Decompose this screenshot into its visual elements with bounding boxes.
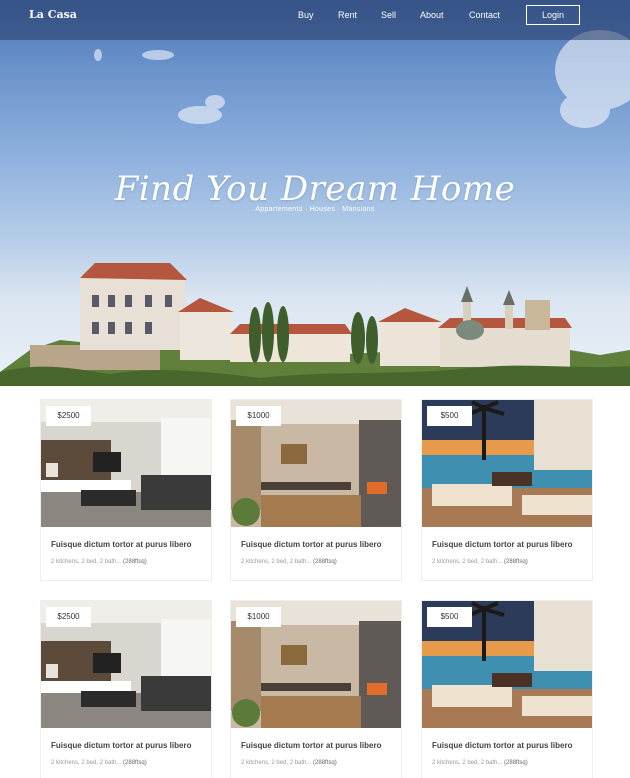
listing-area: (288ftsq) [313, 559, 337, 565]
listing-details: 2 kitchens, 2 bed, 2 bath... [432, 760, 505, 766]
listing-title[interactable]: Fuisque dictum tortor at purus libero [432, 740, 592, 751]
listing-card[interactable]: $500 Fuisque dictum tortor at purus libe… [421, 399, 593, 581]
listing-card[interactable]: $500 Fuisque dictum tortor at purus libe… [421, 600, 593, 778]
listing-description: 2 kitchens, 2 bed, 2 bath... (288ftsq) [51, 558, 211, 567]
hero-subtitle: Appartements · Houses · Mansions [255, 206, 375, 213]
listing-description: 2 kitchens, 2 bed, 2 bath... (288ftsq) [241, 558, 401, 567]
price-badge: $500 [427, 406, 472, 426]
listing-card[interactable]: $2500 Fuisque dictum tortor at purus lib… [40, 399, 212, 581]
listing-area: (288ftsq) [504, 760, 528, 766]
price-badge: $2500 [46, 607, 91, 627]
nav-link-rent[interactable]: Rent [338, 9, 357, 21]
listing-details: 2 kitchens, 2 bed, 2 bath... [51, 559, 124, 565]
listing-card[interactable]: $2500 Fuisque dictum tortor at purus lib… [40, 600, 212, 778]
listing-title[interactable]: Fuisque dictum tortor at purus libero [432, 539, 592, 550]
listing-description: 2 kitchens, 2 bed, 2 bath... (288ftsq) [432, 759, 592, 768]
hero-headline: Find You Dream Home [114, 169, 516, 209]
hero-banner: La Casa Buy Rent Sell About Contact Logi… [0, 0, 630, 386]
listing-area: (288ftsq) [504, 559, 528, 565]
listing-details: 2 kitchens, 2 bed, 2 bath... [51, 760, 124, 766]
listing-details: 2 kitchens, 2 bed, 2 bath... [241, 559, 314, 565]
listing-area: (288ftsq) [313, 760, 337, 766]
listing-area: (288ftsq) [123, 559, 147, 565]
login-button[interactable]: Login [526, 5, 580, 25]
nav-link-about[interactable]: About [420, 9, 444, 21]
listing-title[interactable]: Fuisque dictum tortor at purus libero [51, 539, 211, 550]
listing-description: 2 kitchens, 2 bed, 2 bath... (288ftsq) [51, 759, 211, 768]
price-badge: $1000 [236, 406, 281, 426]
listing-title[interactable]: Fuisque dictum tortor at purus libero [241, 539, 401, 550]
listing-title[interactable]: Fuisque dictum tortor at purus libero [51, 740, 211, 751]
listing-card[interactable]: $1000 Fuisque dictum tortor at purus lib… [230, 600, 402, 778]
nav-link-sell[interactable]: Sell [381, 9, 396, 21]
nav-link-buy[interactable]: Buy [298, 9, 314, 21]
listing-title[interactable]: Fuisque dictum tortor at purus libero [241, 740, 401, 751]
listing-description: 2 kitchens, 2 bed, 2 bath... (288ftsq) [241, 759, 401, 768]
nav-link-contact[interactable]: Contact [469, 9, 500, 21]
listing-area: (288ftsq) [123, 760, 147, 766]
top-navbar: La Casa Buy Rent Sell About Contact Logi… [0, 0, 630, 40]
listing-details: 2 kitchens, 2 bed, 2 bath... [432, 559, 505, 565]
listing-description: 2 kitchens, 2 bed, 2 bath... (288ftsq) [432, 558, 592, 567]
listing-card[interactable]: $1000 Fuisque dictum tortor at purus lib… [230, 399, 402, 581]
price-badge: $500 [427, 607, 472, 627]
listing-details: 2 kitchens, 2 bed, 2 bath... [241, 760, 314, 766]
price-badge: $2500 [46, 406, 91, 426]
price-badge: $1000 [236, 607, 281, 627]
